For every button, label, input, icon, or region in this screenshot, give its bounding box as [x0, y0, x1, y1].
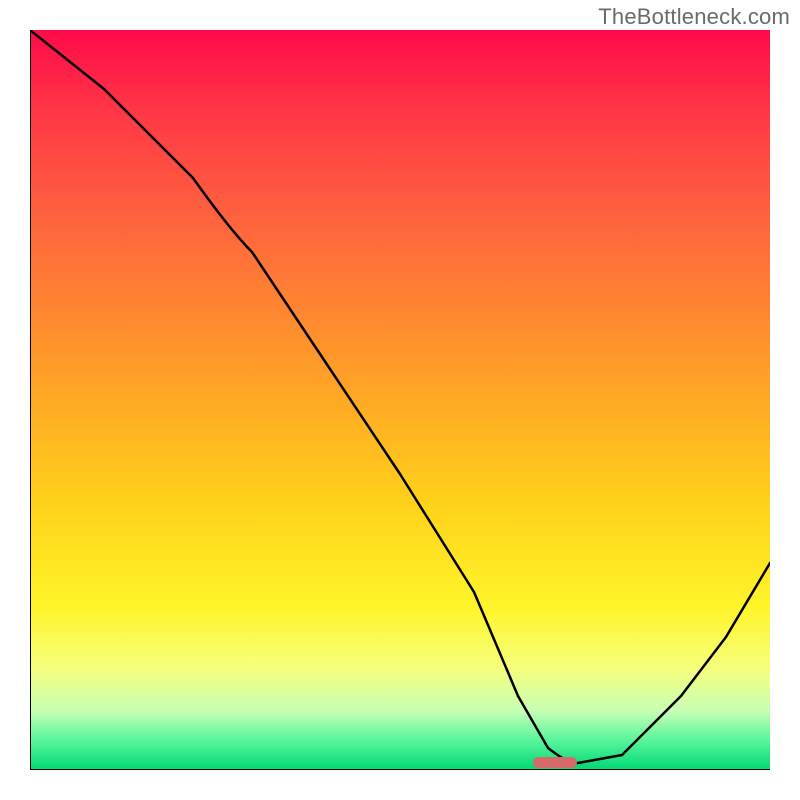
chart-container: TheBottleneck.com — [0, 0, 800, 800]
gradient-background — [30, 30, 770, 770]
plot-area — [30, 30, 770, 770]
watermark-text: TheBottleneck.com — [598, 4, 790, 30]
